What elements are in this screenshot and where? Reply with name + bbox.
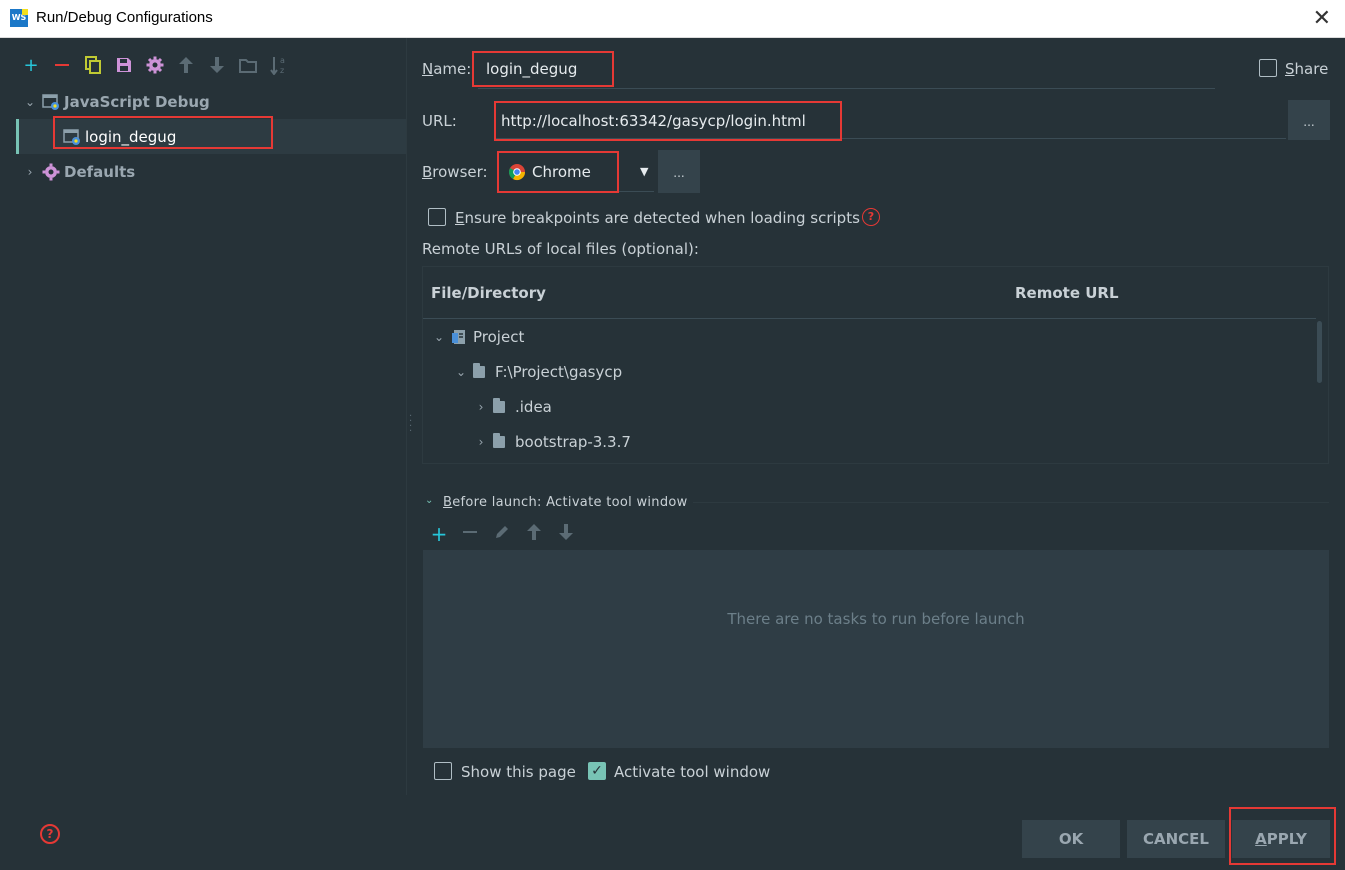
config-tree-panel: + az ⌄ JavaScript Debug login_degug › De… xyxy=(0,38,407,795)
chevron-right-icon[interactable]: › xyxy=(473,435,489,449)
config-details-panel: Name: login_degug Share URL: http://loca… xyxy=(408,38,1345,795)
share-checkbox[interactable] xyxy=(1259,59,1277,77)
arrow-up-icon[interactable] xyxy=(526,523,544,545)
folder-icon xyxy=(473,362,491,381)
empty-tasks-message: There are no tasks to run before launch xyxy=(727,610,1025,628)
svg-text:a: a xyxy=(280,56,285,65)
table-row[interactable]: › .idea xyxy=(473,389,552,424)
chevron-down-icon[interactable]: ⌄ xyxy=(453,365,469,379)
tree-group-javascript-debug[interactable]: ⌄ JavaScript Debug xyxy=(0,84,406,119)
browser-label: Browser: xyxy=(422,163,488,181)
tree-group-label: Defaults xyxy=(64,162,136,181)
pencil-icon[interactable] xyxy=(494,524,512,544)
tree-group-defaults[interactable]: › Defaults xyxy=(0,154,406,189)
tree-group-label: JavaScript Debug xyxy=(64,92,210,111)
show-page-label: Show this page xyxy=(461,763,576,781)
url-browse-button[interactable]: ... xyxy=(1288,100,1330,140)
plus-icon[interactable]: + xyxy=(430,522,448,546)
browser-select-underline xyxy=(502,191,654,192)
window-title: Run/Debug Configurations xyxy=(36,9,213,26)
activate-tool-window-label: Activate tool window xyxy=(614,763,771,781)
name-field[interactable]: login_degug xyxy=(486,60,577,78)
table-cell-label: Project xyxy=(473,327,525,346)
table-row[interactable]: › bootstrap-3.3.7 xyxy=(473,424,631,459)
window-titlebar: WS Run/Debug Configurations ✕ xyxy=(0,0,1345,38)
table-scrollbar[interactable] xyxy=(1317,321,1322,383)
javascript-debug-config-icon xyxy=(63,128,81,146)
webstorm-app-icon: WS xyxy=(10,9,28,27)
table-header: File/Directory Remote URL xyxy=(423,267,1316,319)
tree-item-label: login_degug xyxy=(85,127,177,146)
table-row[interactable]: ⌄ Project xyxy=(431,319,524,354)
remote-urls-table: File/Directory Remote URL ⌄ Project ⌄ F:… xyxy=(422,266,1329,464)
name-field-underline xyxy=(478,88,1215,89)
help-icon[interactable]: ? xyxy=(862,208,880,226)
chevron-right-icon[interactable]: › xyxy=(473,400,489,414)
minus-icon[interactable] xyxy=(53,55,71,75)
folder-icon xyxy=(493,397,511,416)
apply-button[interactable]: APPLY xyxy=(1232,820,1330,858)
arrow-up-icon[interactable] xyxy=(177,55,195,75)
config-tree: ⌄ JavaScript Debug login_degug › Default… xyxy=(0,84,406,189)
chevron-down-icon[interactable]: ⌄ xyxy=(22,95,38,109)
svg-text:z: z xyxy=(280,66,284,75)
table-cell-label: F:\Project\gasycp xyxy=(495,362,623,381)
name-label: Name: xyxy=(422,60,472,78)
chevron-down-icon[interactable]: ⌄ xyxy=(425,495,433,506)
table-row[interactable]: ⌄ F:\Project\gasycp xyxy=(453,354,622,389)
save-icon[interactable] xyxy=(115,55,133,75)
before-launch-toolbar: + xyxy=(430,522,576,546)
column-header-remote-url[interactable]: Remote URL xyxy=(1015,284,1119,302)
close-icon[interactable]: ✕ xyxy=(1313,6,1331,31)
cancel-button[interactable]: CANCEL xyxy=(1127,820,1225,858)
tree-item-login-degug[interactable]: login_degug xyxy=(16,119,406,154)
chevron-right-icon[interactable]: › xyxy=(22,165,38,179)
url-field-underline xyxy=(494,138,1286,139)
chevron-down-icon[interactable]: ⌄ xyxy=(431,330,447,344)
ensure-breakpoints-checkbox[interactable] xyxy=(428,208,446,226)
gear-icon[interactable] xyxy=(146,55,164,75)
before-launch-divider xyxy=(693,502,1329,503)
before-launch-title[interactable]: Before launch: Activate tool window xyxy=(443,495,688,510)
browser-select-value[interactable]: Chrome xyxy=(532,163,591,181)
project-icon xyxy=(451,328,469,346)
ensure-breakpoints-label: Ensure breakpoints are detected when loa… xyxy=(455,209,860,227)
activate-tool-window-checkbox[interactable]: ✓ xyxy=(588,762,606,780)
sort-az-icon[interactable]: az xyxy=(270,55,288,75)
browser-settings-button[interactable]: ... xyxy=(658,150,700,193)
dropdown-arrow-icon[interactable]: ▼ xyxy=(640,165,648,178)
defaults-gear-icon xyxy=(42,163,60,181)
before-launch-tasks-list[interactable]: There are no tasks to run before launch xyxy=(423,550,1329,748)
chrome-icon xyxy=(508,163,526,181)
table-cell-label: bootstrap-3.3.7 xyxy=(515,432,631,451)
table-cell-label: .idea xyxy=(515,397,552,416)
javascript-debug-icon xyxy=(42,93,60,111)
arrow-down-icon[interactable] xyxy=(558,523,576,545)
share-label: Share xyxy=(1285,60,1329,78)
url-field[interactable]: http://localhost:63342/gasycp/login.html xyxy=(501,112,806,130)
show-page-checkbox[interactable] xyxy=(434,762,452,780)
run-debug-dialog: + az ⌄ JavaScript Debug login_degug › De… xyxy=(0,38,1345,870)
arrow-down-icon[interactable] xyxy=(208,55,226,75)
help-icon[interactable]: ? xyxy=(40,824,60,844)
url-label: URL: xyxy=(422,112,457,130)
column-header-file-directory[interactable]: File/Directory xyxy=(431,284,546,302)
ok-button[interactable]: OK xyxy=(1022,820,1120,858)
plus-icon[interactable]: + xyxy=(22,55,40,76)
folder-icon[interactable] xyxy=(239,55,257,75)
config-toolbar: + az xyxy=(22,53,288,77)
remote-urls-label: Remote URLs of local files (optional): xyxy=(422,240,699,258)
folder-icon xyxy=(493,432,511,451)
minus-icon[interactable] xyxy=(462,524,480,544)
copy-icon[interactable] xyxy=(84,55,102,75)
